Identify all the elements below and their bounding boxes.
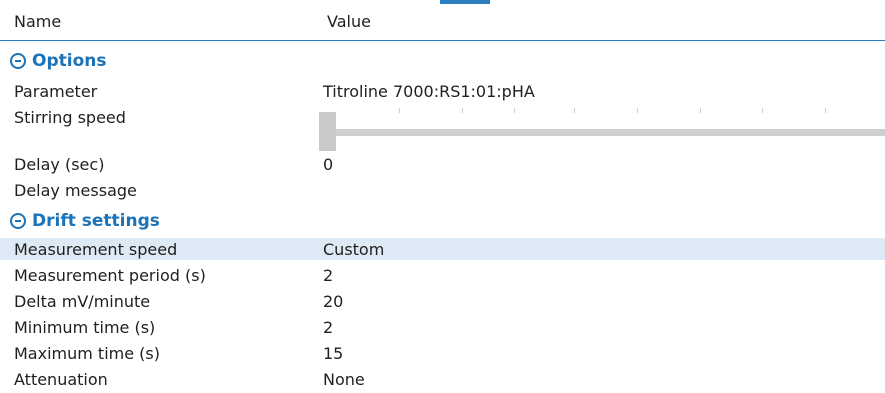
delta-mv-value[interactable]: 20 (323, 292, 343, 311)
slider-tick (762, 108, 763, 113)
row-minimum-time[interactable]: Minimum time (s) 2 (0, 316, 885, 338)
slider-tick (514, 108, 515, 113)
minimum-time-value[interactable]: 2 (323, 318, 333, 337)
delay-label: Delay (sec) (14, 155, 105, 174)
slider-tick (637, 108, 638, 113)
parameter-label: Parameter (14, 82, 98, 101)
delay-message-label: Delay message (14, 181, 137, 200)
row-delta-mv[interactable]: Delta mV/minute 20 (0, 290, 885, 312)
slider-thumb[interactable] (319, 112, 336, 151)
stirring-speed-slider[interactable] (319, 104, 885, 151)
row-parameter[interactable]: Parameter Titroline 7000:RS1:01:pHA (0, 80, 885, 102)
delta-mv-label: Delta mV/minute (14, 292, 151, 311)
minus-circle-icon[interactable] (10, 213, 26, 229)
minus-circle-icon[interactable] (10, 53, 26, 69)
section-drift-title: Drift settings (32, 211, 160, 231)
delay-value[interactable]: 0 (323, 155, 333, 174)
row-measurement-speed[interactable]: Measurement speed Custom (0, 238, 885, 260)
measurement-speed-value[interactable]: Custom (323, 240, 384, 259)
attenuation-value[interactable]: None (323, 370, 365, 389)
column-header-value[interactable]: Value (327, 12, 371, 31)
section-options-header[interactable]: Options (10, 50, 106, 72)
measurement-period-label: Measurement period (s) (14, 266, 206, 285)
section-drift-header[interactable]: Drift settings (10, 210, 160, 232)
slider-tick (462, 108, 463, 113)
row-attenuation[interactable]: Attenuation None (0, 368, 885, 390)
parameter-value[interactable]: Titroline 7000:RS1:01:pHA (323, 82, 535, 101)
slider-tick (700, 108, 701, 113)
maximum-time-value[interactable]: 15 (323, 344, 343, 363)
stirring-speed-label: Stirring speed (14, 108, 126, 127)
slider-tick (574, 108, 575, 113)
slider-track[interactable] (319, 129, 885, 136)
slider-tick (399, 108, 400, 113)
slider-tick (825, 108, 826, 113)
row-maximum-time[interactable]: Maximum time (s) 15 (0, 342, 885, 364)
minimum-time-label: Minimum time (s) (14, 318, 156, 337)
row-measurement-period[interactable]: Measurement period (s) 2 (0, 264, 885, 286)
measurement-period-value[interactable]: 2 (323, 266, 333, 285)
attenuation-label: Attenuation (14, 370, 108, 389)
row-delay-message[interactable]: Delay message (0, 179, 885, 201)
maximum-time-label: Maximum time (s) (14, 344, 160, 363)
property-grid: Name Value Options Parameter Titroline 7… (0, 0, 885, 393)
measurement-speed-label: Measurement speed (14, 240, 178, 259)
column-header-name[interactable]: Name (14, 12, 61, 31)
grid-header: Name Value (0, 0, 885, 41)
section-options-title: Options (32, 51, 107, 71)
row-delay[interactable]: Delay (sec) 0 (0, 153, 885, 175)
